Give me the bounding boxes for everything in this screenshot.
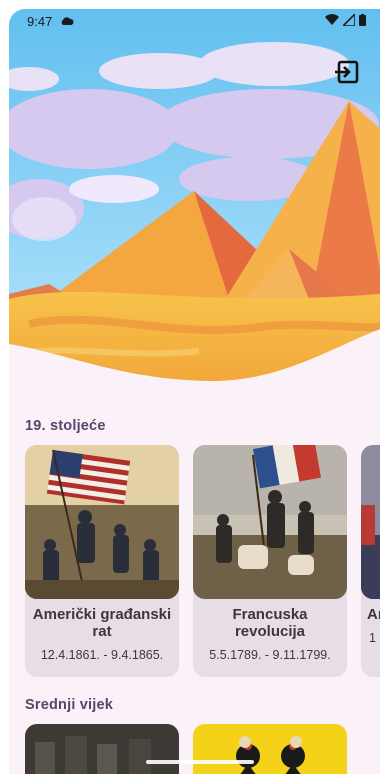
event-card-american-civil-war[interactable]: Američki građanski rat 12.4.1861. - 9.4.… <box>25 445 179 677</box>
event-image <box>193 445 347 599</box>
home-gesture-bar[interactable] <box>146 760 254 764</box>
battery-icon <box>359 13 366 29</box>
event-image <box>25 724 179 774</box>
event-title: Am <box>367 606 380 623</box>
card-row-middle-ages[interactable] <box>25 724 347 774</box>
app-screen: 9:47 19. stoljeće Američki građanski rat… <box>9 9 380 774</box>
card-row-19th-century[interactable]: Američki građanski rat 12.4.1861. - 9.4.… <box>25 445 380 677</box>
event-image <box>361 445 380 599</box>
section-title-middle-ages: Srednji vijek <box>25 697 114 713</box>
event-dates: 12.4.1861. - 9.4.1865. <box>40 648 164 662</box>
event-card-french-revolution[interactable]: Francuska revolucija 5.5.1789. - 9.11.17… <box>193 445 347 677</box>
cloud-icon <box>60 14 74 29</box>
exit-to-app-icon <box>334 59 360 90</box>
event-card-partial[interactable]: Am 1 <box>361 445 380 677</box>
exit-button[interactable] <box>332 59 362 89</box>
event-card-middle-ages-1[interactable] <box>25 724 179 774</box>
event-dates: 1 <box>369 631 376 645</box>
section-title-19th-century: 19. stoljeće <box>25 418 106 434</box>
event-title: Američki građanski rat <box>32 606 172 640</box>
event-card-middle-ages-2[interactable] <box>193 724 347 774</box>
event-image <box>193 724 347 774</box>
event-title: Francuska revolucija <box>232 606 308 640</box>
event-dates: 5.5.1789. - 9.11.1799. <box>209 648 331 662</box>
status-time: 9:47 <box>27 13 53 29</box>
event-image <box>25 445 179 599</box>
hero-illustration <box>9 9 380 389</box>
wifi-icon <box>325 13 339 29</box>
signal-icon <box>341 11 356 29</box>
status-bar: 9:47 <box>9 9 380 33</box>
